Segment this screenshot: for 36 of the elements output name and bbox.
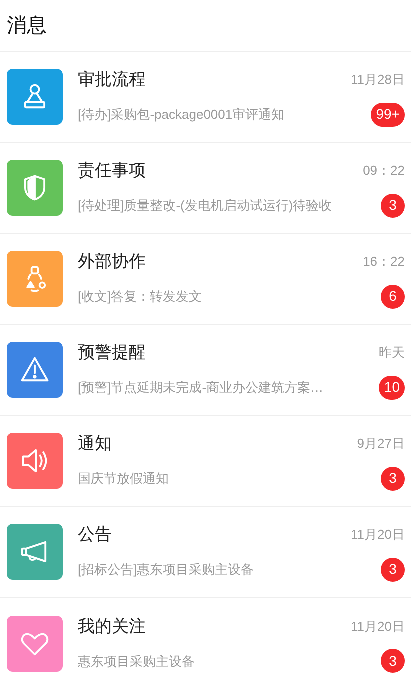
item-time: 11月20日 — [351, 526, 405, 544]
item-time: 11月28日 — [351, 71, 405, 90]
item-time: 09：22 — [363, 162, 405, 180]
item-title: 预警提醒 — [78, 342, 146, 364]
unread-count: 99+ — [371, 102, 405, 127]
message-item[interactable]: 通知 9月27日 国庆节放假通知 3 — [0, 416, 411, 507]
message-item[interactable]: 我的关注 11月20日 惠东项目采购主设备 3 — [0, 598, 411, 689]
item-title: 审批流程 — [78, 69, 146, 92]
item-title: 通知 — [78, 433, 112, 456]
item-title: 外部协作 — [78, 251, 146, 274]
item-preview: [招标公告]惠东项目采购主设备 — [78, 561, 254, 579]
item-time: 11月20日 — [351, 618, 405, 636]
unread-count: 3 — [381, 558, 405, 582]
unread-count: 10 — [379, 376, 405, 400]
message-item[interactable]: 预警提醒 昨天 [预警]节点延期未完成-商业办公建筑方案… 10 — [0, 325, 411, 416]
unread-count: 3 — [381, 466, 405, 491]
unread-count: 3 — [381, 649, 405, 674]
message-item[interactable]: 外部协作 16：22 [收文]答复：转发发文 6 — [0, 234, 411, 325]
message-item[interactable]: 公告 11月20日 [招标公告]惠东项目采购主设备 3 — [0, 507, 411, 598]
item-time: 9月27日 — [357, 435, 405, 454]
item-title: 公告 — [78, 524, 112, 546]
message-item[interactable]: 责任事项 09：22 [待处理]质量整改-(发电机启动试运行)待验收 3 — [0, 143, 411, 234]
message-item[interactable]: 审批流程 11月28日 [待办]采购包-package0001审评通知 99+ — [0, 52, 411, 143]
item-title: 我的关注 — [78, 616, 146, 638]
item-title: 责任事项 — [78, 160, 146, 182]
item-preview: 惠东项目采购主设备 — [78, 652, 195, 670]
item-preview: 国庆节放假通知 — [78, 470, 169, 488]
item-time: 16：22 — [363, 253, 405, 272]
item-time: 昨天 — [379, 344, 405, 362]
item-preview: [待办]采购包-package0001审评通知 — [78, 106, 285, 124]
item-preview: [收文]答复：转发发文 — [78, 288, 202, 306]
item-preview: [预警]节点延期未完成-商业办公建筑方案… — [78, 379, 324, 397]
unread-count: 3 — [381, 194, 405, 218]
unread-count: 6 — [381, 284, 405, 309]
page-title: 消息 — [7, 14, 47, 38]
item-preview: [待处理]质量整改-(发电机启动试运行)待验收 — [78, 197, 332, 215]
